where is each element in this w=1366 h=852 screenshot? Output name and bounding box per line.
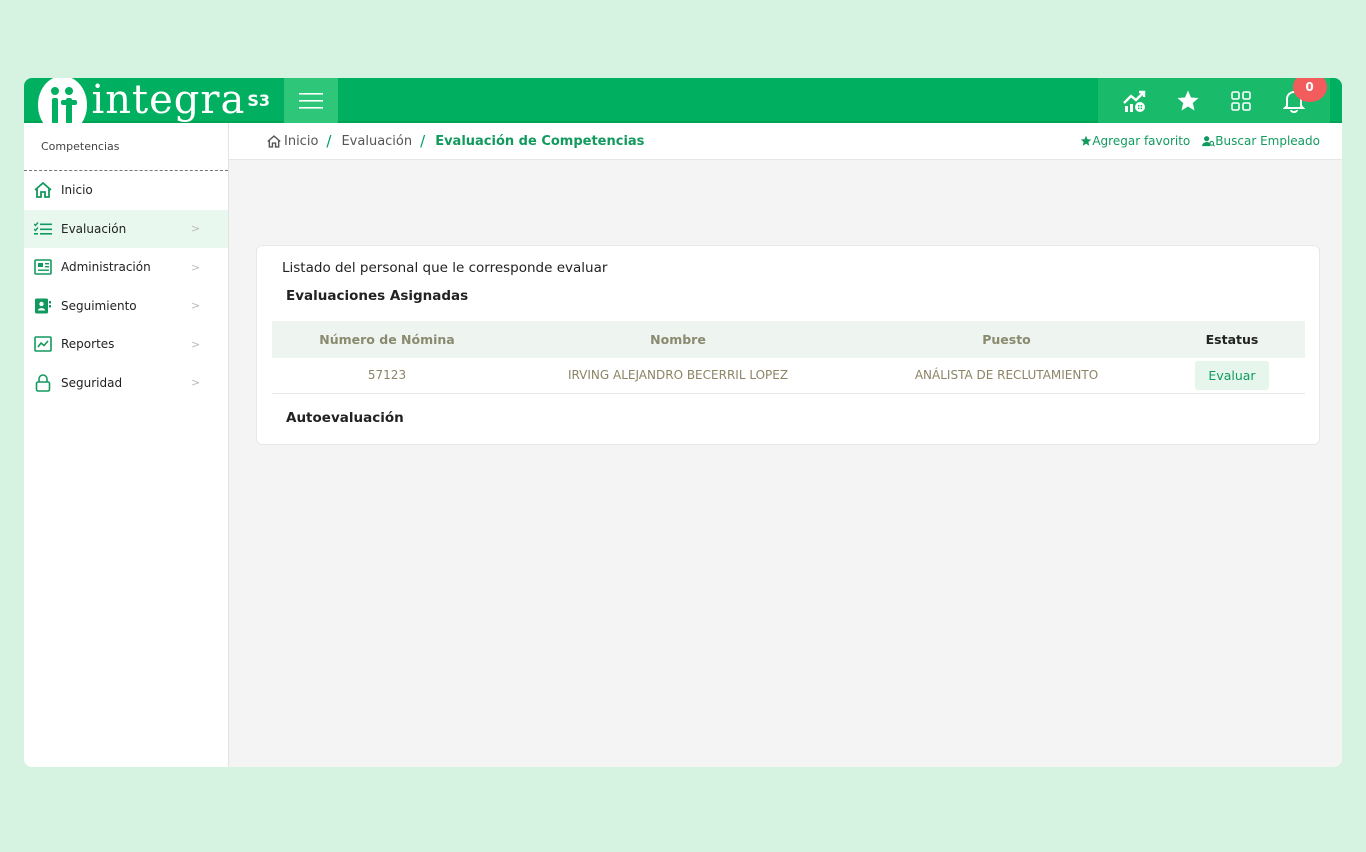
evaluate-button[interactable]: Evaluar: [1195, 360, 1269, 390]
card-title: Listado del personal que le corresponde …: [282, 260, 608, 276]
newspaper-icon: [33, 258, 53, 276]
sidebar-item-label: Seguimiento: [61, 298, 137, 313]
logo[interactable]: integra S3: [38, 78, 270, 134]
notification-badge: 0: [1292, 78, 1327, 102]
chevron-right-icon: >: [191, 337, 201, 351]
sidebar-item-label: Reportes: [61, 337, 115, 352]
sidebar-title: Competencias: [24, 123, 228, 171]
lock-icon: [33, 373, 53, 392]
evaluation-card: Listado del personal que le corresponde …: [256, 245, 1320, 445]
checklist-icon: [33, 220, 53, 238]
top-bar: integra S3 0: [24, 78, 1342, 134]
chevron-right-icon: >: [191, 299, 201, 313]
breadcrumb-actions: Agregar favorito Buscar Empleado: [1068, 134, 1320, 148]
column-header-nombre: Nombre: [650, 332, 706, 347]
sidebar-item-administracion[interactable]: Administración >: [24, 248, 228, 287]
search-employee-link[interactable]: Buscar Empleado: [1202, 134, 1320, 148]
star-icon[interactable]: [1173, 86, 1203, 116]
star-icon: [1081, 135, 1092, 146]
add-favorite-link[interactable]: Agregar favorito: [1080, 134, 1190, 148]
home-icon: [33, 181, 53, 199]
sidebar-item-seguridad[interactable]: Seguridad >: [24, 364, 228, 403]
cell-nomina: 57123: [367, 368, 407, 383]
cell-nombre: IRVING ALEJANDRO BECERRIL LOPEZ: [567, 368, 789, 383]
sidebar-item-label: Evaluación: [61, 221, 127, 236]
sidebar: Competencias Inicio Evaluación > Adminis…: [24, 123, 229, 767]
contact-card-icon: [33, 297, 53, 315]
sidebar-item-reportes[interactable]: Reportes >: [24, 325, 228, 364]
app-window: integra S3 0 Competencias Inicio Evaluac…: [24, 78, 1342, 767]
sidebar-item-label: Seguridad: [61, 375, 123, 390]
chevron-right-icon: >: [191, 376, 201, 390]
self-evaluation-title: Autoevaluación: [286, 410, 404, 426]
chevron-right-icon: >: [191, 222, 201, 236]
breadcrumb: Inicio / Evaluación / Evaluación de Comp…: [267, 132, 644, 150]
column-header-puesto: Puesto: [982, 332, 1031, 347]
sidebar-item-seguimiento[interactable]: Seguimiento >: [24, 287, 228, 326]
breadcrumb-separator: /: [420, 132, 426, 150]
trend-grid-icon[interactable]: [1120, 86, 1150, 116]
search-employee-label: Buscar Empleado: [1215, 134, 1320, 148]
sidebar-item-label: Inicio: [61, 183, 93, 198]
user-search-icon: [1202, 136, 1216, 147]
breadcrumb-evaluacion-link[interactable]: Evaluación: [341, 134, 412, 149]
logo-suffix: S3: [247, 91, 270, 110]
sidebar-item-inicio[interactable]: Inicio: [24, 171, 228, 210]
add-favorite-label: Agregar favorito: [1092, 134, 1191, 148]
breadcrumb-home-link[interactable]: Inicio: [284, 134, 318, 149]
assigned-evaluations-title: Evaluaciones Asignadas: [286, 288, 469, 304]
cell-puesto: ANÁLISTA DE RECLUTAMIENTO: [914, 368, 1099, 383]
hamburger-menu-button[interactable]: [284, 78, 338, 123]
chart-line-icon: [33, 335, 53, 353]
apps-grid-icon[interactable]: [1226, 86, 1256, 116]
hamburger-icon: [299, 92, 323, 109]
column-header-nomina: Número de Nómina: [319, 332, 455, 347]
chevron-right-icon: >: [191, 260, 201, 274]
sidebar-item-label: Administración: [61, 260, 151, 275]
breadcrumb-separator: /: [326, 132, 332, 150]
table-row: 57123 IRVING ALEJANDRO BECERRIL LOPEZ AN…: [272, 358, 1305, 393]
logo-text: integra: [91, 78, 246, 123]
table-header-row: Número de Nómina Nombre Puesto Estatus: [272, 321, 1305, 358]
breadcrumb-bar: Inicio / Evaluación / Evaluación de Comp…: [229, 123, 1342, 160]
home-icon: [267, 134, 281, 148]
cell-estatus: Evaluar: [1159, 358, 1305, 393]
column-header-estatus: Estatus: [1205, 332, 1259, 347]
breadcrumb-current: Evaluación de Competencias: [435, 133, 645, 149]
notifications-button[interactable]: 0: [1279, 78, 1327, 116]
sidebar-item-evaluacion[interactable]: Evaluación >: [24, 209, 228, 248]
assigned-evaluations-table: Número de Nómina Nombre Puesto Estatus 5…: [272, 321, 1305, 394]
header-actions: 0: [1098, 78, 1330, 123]
